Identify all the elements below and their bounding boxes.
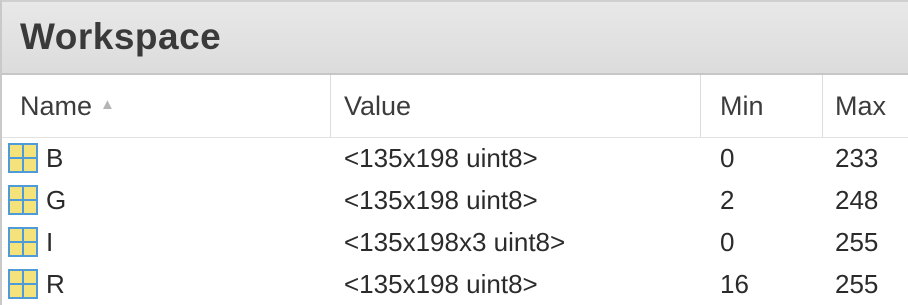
matrix-variable-icon [8, 185, 38, 215]
variable-min: 0 [720, 227, 735, 257]
variable-list: B <135x198 uint8> 0 233 G <135x198 uint8… [2, 137, 908, 305]
matrix-variable-icon [8, 143, 38, 173]
workspace-panel: Workspace Name ▲ Value Min Max B <135x198… [0, 0, 908, 305]
column-header-value-label: Value [344, 91, 412, 121]
variable-min: 16 [720, 269, 749, 299]
column-divider[interactable] [330, 75, 331, 137]
column-header-max-label: Max [835, 91, 887, 121]
variable-name: B [46, 143, 64, 173]
variable-value: <135x198 uint8> [344, 269, 538, 299]
column-divider[interactable] [822, 75, 823, 137]
variable-min: 2 [720, 185, 735, 215]
matrix-variable-icon [8, 269, 38, 299]
matrix-variable-icon [8, 227, 38, 257]
column-divider[interactable] [700, 75, 701, 137]
variable-name: G [46, 185, 67, 215]
column-header-min[interactable]: Min [720, 75, 820, 137]
variable-max: 255 [835, 269, 879, 299]
variable-max: 233 [835, 143, 879, 173]
variable-value: <135x198 uint8> [344, 185, 538, 215]
table-row[interactable]: I <135x198x3 uint8> 0 255 [2, 221, 908, 263]
variable-max: 248 [835, 185, 879, 215]
panel-title-bar[interactable]: Workspace [2, 0, 908, 75]
column-header-value[interactable]: Value [344, 75, 694, 137]
variable-min: 0 [720, 143, 735, 173]
table-row[interactable]: G <135x198 uint8> 2 248 [2, 179, 908, 221]
column-header-name[interactable]: Name ▲ [20, 75, 330, 137]
column-header-row: Name ▲ Value Min Max [2, 75, 908, 138]
column-header-min-label: Min [720, 91, 764, 121]
panel-title: Workspace [20, 16, 222, 57]
table-row[interactable]: R <135x198 uint8> 16 255 [2, 263, 908, 305]
variable-name: I [46, 227, 54, 257]
variable-value: <135x198x3 uint8> [344, 227, 566, 257]
variable-name: R [46, 269, 65, 299]
variable-value: <135x198 uint8> [344, 143, 538, 173]
table-row[interactable]: B <135x198 uint8> 0 233 [2, 137, 908, 179]
sort-ascending-icon: ▲ [100, 95, 115, 113]
variable-max: 255 [835, 227, 879, 257]
column-header-max[interactable]: Max [835, 75, 908, 137]
column-header-name-label: Name [20, 91, 93, 121]
